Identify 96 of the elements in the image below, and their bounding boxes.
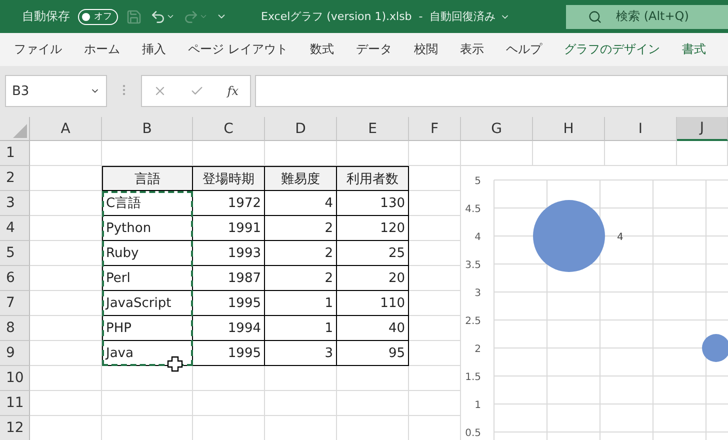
row-header[interactable]: 4 xyxy=(0,216,30,241)
header-cell: 利用者数 xyxy=(337,166,409,191)
data-label: 4 xyxy=(617,232,624,243)
empty-cell[interactable] xyxy=(409,141,461,166)
search-icon xyxy=(588,10,602,24)
corner-triangle-icon xyxy=(13,124,27,138)
window-title: Excelグラフ (version 1).xlsb - 自動回復済み xyxy=(261,9,510,24)
name-box[interactable]: B3 xyxy=(5,75,107,107)
table-cell: 40 xyxy=(337,316,409,341)
ribbon-tab[interactable]: ホーム xyxy=(84,41,120,58)
table-cell: 95 xyxy=(337,341,409,366)
column-header[interactable]: F xyxy=(409,117,461,141)
axis-tick-label: 2.5 xyxy=(465,316,481,327)
empty-cell[interactable] xyxy=(102,391,193,416)
empty-cell[interactable] xyxy=(337,391,409,416)
column-header[interactable]: J xyxy=(677,117,728,141)
empty-cell[interactable] xyxy=(265,366,337,391)
row-header[interactable]: 11 xyxy=(0,391,30,416)
ribbon-tab[interactable]: ヘルプ xyxy=(506,41,542,58)
column-header[interactable]: H xyxy=(533,117,605,141)
empty-cell[interactable] xyxy=(337,366,409,391)
row-header[interactable]: 3 xyxy=(0,191,30,216)
ribbon-tab[interactable]: 挿入 xyxy=(142,41,166,58)
ribbon-tab[interactable]: 数式 xyxy=(310,41,334,58)
empty-cell[interactable] xyxy=(193,391,265,416)
search-field[interactable]: 検索 (Alt+Q) xyxy=(566,4,728,28)
table-cell: 120 xyxy=(337,216,409,241)
axis-tick-label: 0.5 xyxy=(465,428,481,439)
axis-tick-label: 5 xyxy=(474,176,481,187)
table-cell: 20 xyxy=(337,266,409,291)
chart-area[interactable]: 0.5 1 1.5 2 2.5 3 3.5 4 4.5 5 4 xyxy=(461,166,728,440)
ribbon-tab[interactable]: 書式 xyxy=(682,41,706,58)
column-header[interactable]: I xyxy=(605,117,677,141)
row-header[interactable]: 5 xyxy=(0,241,30,266)
save-icon[interactable] xyxy=(126,8,142,24)
table-cell: PHP xyxy=(102,316,193,341)
table-cell: 1 xyxy=(265,316,337,341)
axis-tick-label: 4.5 xyxy=(465,204,481,215)
header-cell: 登場時期 xyxy=(193,166,265,191)
table-cell: 4 xyxy=(265,191,337,216)
ribbon-tab[interactable]: ページ レイアウト xyxy=(188,41,288,58)
table-cell: 1993 xyxy=(193,241,265,266)
ribbon-tab[interactable]: 表示 xyxy=(460,41,484,58)
empty-cell[interactable] xyxy=(193,366,265,391)
table-cell: 1995 xyxy=(193,341,265,366)
table-cell: 25 xyxy=(337,241,409,266)
table-cell: 1995 xyxy=(193,291,265,316)
table-cell: Perl xyxy=(102,266,193,291)
table-cell: Python xyxy=(102,216,193,241)
bubble[interactable] xyxy=(702,334,728,362)
row-header[interactable]: 1 xyxy=(0,141,30,166)
table-cell: 130 xyxy=(337,191,409,216)
column-header[interactable]: E xyxy=(337,117,409,141)
ribbon-tab[interactable]: 校閲 xyxy=(414,41,438,58)
table-cell: 1987 xyxy=(193,266,265,291)
table-cell: 1972 xyxy=(193,191,265,216)
bubble[interactable] xyxy=(533,200,605,272)
ribbon-tab[interactable]: データ xyxy=(356,41,392,58)
column-header[interactable]: D xyxy=(265,117,337,141)
axis-tick-label: 3.5 xyxy=(465,260,481,271)
autosave-toggle[interactable]: オフ xyxy=(78,8,118,24)
cursor-icon xyxy=(167,356,183,372)
row-header[interactable]: 8 xyxy=(0,316,30,341)
header-cell: 難易度 xyxy=(265,166,337,191)
row-header[interactable]: 6 xyxy=(0,266,30,291)
axis-tick-label: 4 xyxy=(474,232,481,243)
table-cell: 1991 xyxy=(193,216,265,241)
column-header[interactable]: G xyxy=(461,117,533,141)
table-cell: 1 xyxy=(265,291,337,316)
axis-tick-label: 3 xyxy=(474,288,481,299)
table-cell: 2 xyxy=(265,241,337,266)
axis-tick-label: 1.5 xyxy=(465,372,481,383)
row-header[interactable]: 10 xyxy=(0,366,30,391)
axis-tick-label: 1 xyxy=(474,400,481,411)
row-header[interactable]: 9 xyxy=(0,341,30,366)
column-header[interactable]: C xyxy=(193,117,265,141)
ribbon-tab[interactable]: グラフのデザイン xyxy=(564,41,660,58)
row-header[interactable]: 2 xyxy=(0,166,30,191)
table-cell: 2 xyxy=(265,266,337,291)
column-header[interactable]: B xyxy=(102,117,193,141)
row-header[interactable]: 12 xyxy=(0,416,30,440)
table-cell: 2 xyxy=(265,216,337,241)
function-button[interactable]: fx xyxy=(227,84,239,98)
row-header[interactable]: 7 xyxy=(0,291,30,316)
table-cell: 1994 xyxy=(193,316,265,341)
formula-input[interactable] xyxy=(255,75,728,107)
table-cell: 110 xyxy=(337,291,409,316)
empty-cell[interactable] xyxy=(265,391,337,416)
header-cell: 言語 xyxy=(102,166,193,191)
column-header[interactable]: A xyxy=(30,117,102,141)
axis-tick-label: 2 xyxy=(474,344,481,355)
ribbon-tab[interactable]: ファイル xyxy=(14,41,62,58)
undo-icon[interactable] xyxy=(150,8,175,24)
select-all-corner[interactable] xyxy=(0,117,30,141)
autosave-label: 自動保存 xyxy=(22,8,70,25)
table-cell: 3 xyxy=(265,341,337,366)
